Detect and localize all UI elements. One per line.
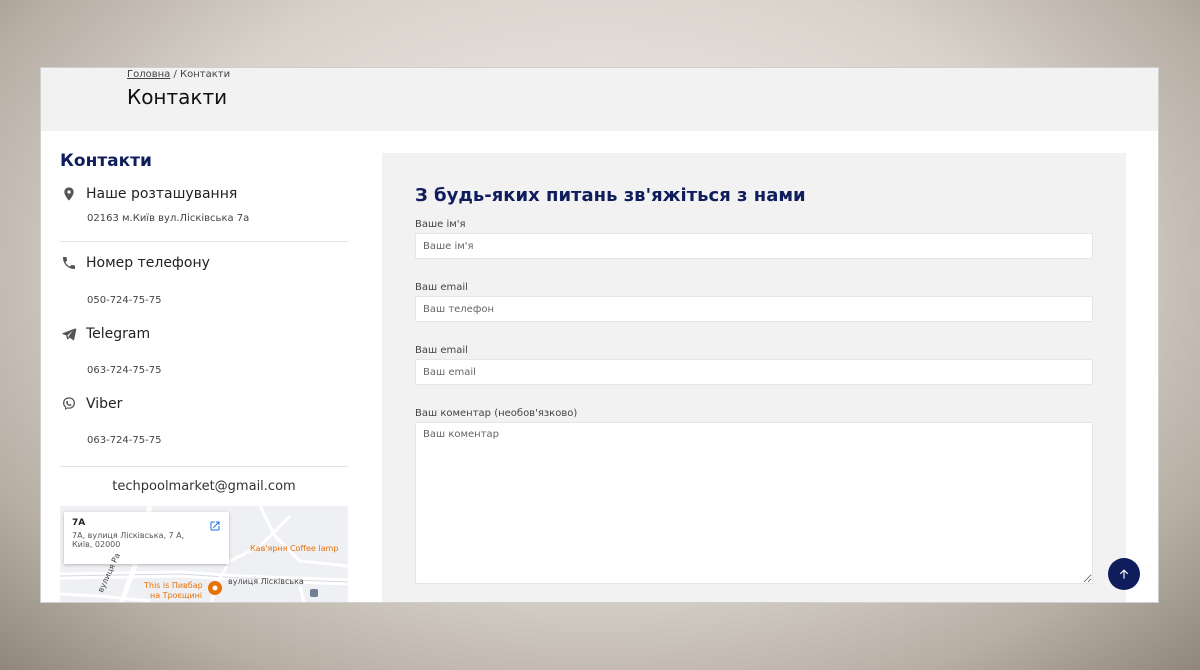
location-value: 02163 м.Київ вул.Лісківська 7а bbox=[87, 213, 250, 224]
phone-field-label: Ваш email bbox=[415, 282, 468, 293]
form-title: З будь-яких питань зв'яжіться з нами bbox=[415, 185, 806, 206]
map-street-main: вулиця Лісківська bbox=[228, 577, 304, 586]
map-embed[interactable]: 7A 7A, вулиця Лісківська, 7 A, Київ, 020… bbox=[60, 506, 348, 602]
breadcrumb-separator: / bbox=[170, 69, 181, 80]
telegram-value[interactable]: 063-724-75-75 bbox=[87, 365, 350, 376]
arrow-up-icon bbox=[1119, 569, 1129, 579]
phone-input[interactable] bbox=[415, 296, 1093, 322]
name-label: Ваше ім'я bbox=[415, 219, 466, 230]
divider bbox=[60, 241, 348, 242]
contact-form: З будь-яких питань зв'яжіться з нами Ваш… bbox=[382, 153, 1126, 602]
map-card-address-line2: Київ, 02000 bbox=[72, 540, 121, 549]
open-external-icon[interactable] bbox=[209, 520, 221, 532]
contact-phone: Номер телефону 050-724-75-75 bbox=[60, 254, 350, 306]
map-card-title: 7A bbox=[72, 518, 86, 528]
divider bbox=[60, 466, 348, 467]
contact-viber: Viber 063-724-75-75 bbox=[60, 395, 350, 446]
contact-email[interactable]: techpoolmarket@gmail.com bbox=[60, 479, 348, 494]
map-info-card: 7A 7A, вулиця Лісківська, 7 A, Київ, 020… bbox=[64, 512, 229, 564]
breadcrumb-home-link[interactable]: Головна bbox=[127, 69, 170, 80]
contact-location: Наше розташування 02163 м.Київ вул.Ліскі… bbox=[60, 185, 350, 224]
map-poi-cafe: Кав'ярня Coffee lamp bbox=[250, 544, 339, 553]
viber-icon bbox=[60, 395, 78, 413]
viber-value[interactable]: 063-724-75-75 bbox=[87, 435, 350, 446]
breadcrumb: Головна / Контакти bbox=[127, 69, 230, 80]
breadcrumb-current: Контакти bbox=[180, 69, 231, 80]
name-input[interactable] bbox=[415, 233, 1093, 259]
scroll-to-top-button[interactable] bbox=[1108, 558, 1140, 590]
viber-label: Viber bbox=[86, 396, 123, 412]
email-input[interactable] bbox=[415, 359, 1093, 385]
location-pin-icon bbox=[60, 185, 78, 203]
page-title: Контакти bbox=[127, 85, 228, 109]
telegram-icon bbox=[60, 325, 78, 343]
map-card-address-line1: 7A, вулиця Лісківська, 7 A, bbox=[72, 531, 185, 540]
browser-viewport: Головна / Контакти Контакти Контакти Наш… bbox=[40, 67, 1159, 603]
comment-label: Ваш коментар (необов'язково) bbox=[415, 408, 578, 419]
contact-telegram: Telegram 063-724-75-75 bbox=[60, 325, 350, 376]
comment-textarea[interactable] bbox=[415, 422, 1093, 584]
map-poi-bar-line1: This is Пивбар bbox=[144, 581, 203, 590]
page-header: Головна / Контакти Контакти bbox=[41, 68, 1158, 131]
email-label: Ваш email bbox=[415, 345, 468, 356]
map-poi-bar-line2: на Троєщині bbox=[150, 591, 203, 600]
telegram-label: Telegram bbox=[86, 326, 151, 342]
contacts-heading: Контакти bbox=[60, 151, 152, 171]
phone-icon bbox=[60, 254, 78, 272]
phone-label: Номер телефону bbox=[86, 255, 210, 271]
location-label: Наше розташування bbox=[86, 186, 238, 202]
phone-value[interactable]: 050-724-75-75 bbox=[87, 295, 350, 306]
